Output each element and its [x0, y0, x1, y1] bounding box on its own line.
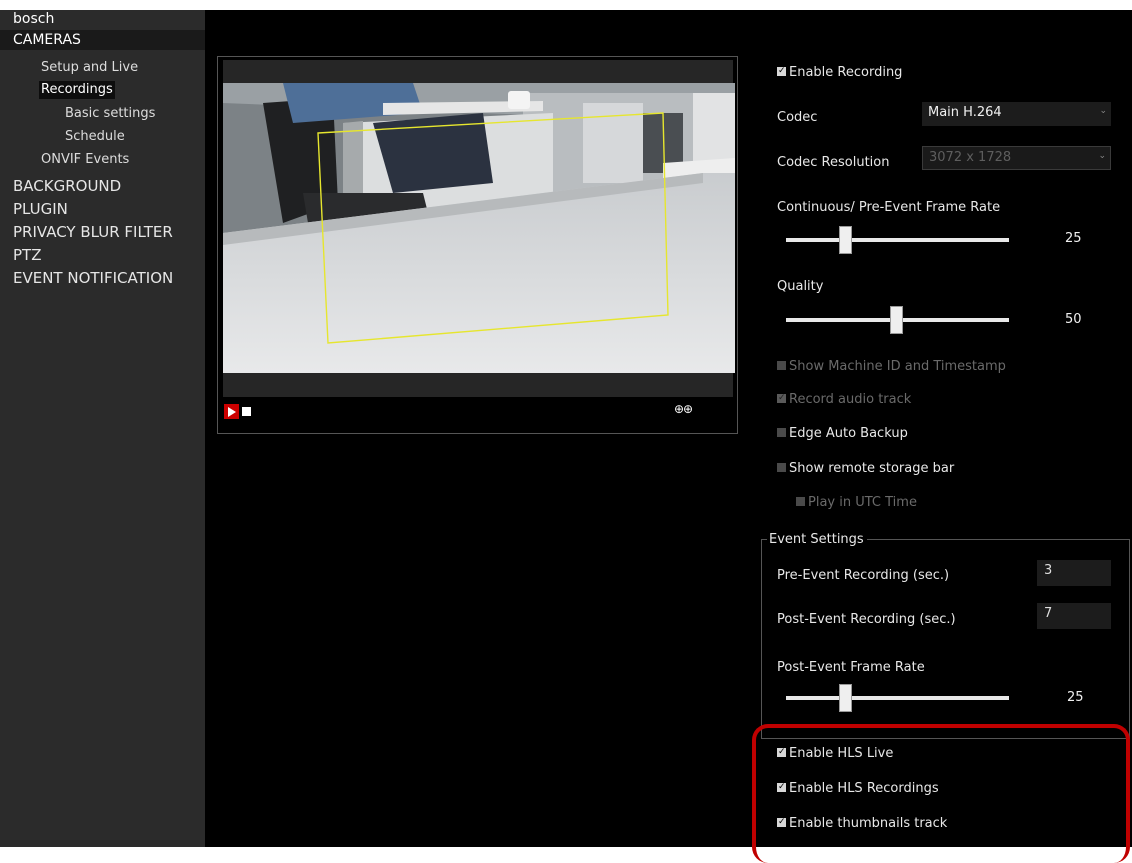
quality-label: Quality: [777, 279, 824, 294]
show-machine-id-checkbox[interactable]: Show Machine ID and Timestamp: [777, 359, 1006, 375]
sidebar: bosch CAMERAS Setup and Live Recordings …: [0, 10, 205, 847]
chevron-down-icon: ⌄: [1098, 151, 1106, 161]
show-remote-storage-checkbox[interactable]: Show remote storage bar: [777, 461, 954, 477]
edge-auto-backup-checkbox[interactable]: Edge Auto Backup: [777, 426, 908, 442]
codec-resolution-value: 3072 x 1728: [929, 150, 1012, 165]
checkbox-checked-icon: [777, 390, 786, 406]
post-event-input[interactable]: 7: [1037, 603, 1111, 629]
chevron-down-icon: ⌄: [1099, 106, 1107, 116]
annotation-highlight-box: [752, 724, 1130, 863]
sidebar-item-setup-and-live[interactable]: Setup and Live: [41, 59, 138, 77]
camera-image: [223, 83, 735, 373]
post-event-frame-rate-slider-thumb[interactable]: [839, 684, 852, 712]
checkbox-unchecked-icon: [777, 463, 786, 472]
pre-event-label: Pre-Event Recording (sec.): [777, 568, 950, 583]
video-controls-bar: [223, 373, 733, 397]
checkbox-unchecked-icon: [796, 497, 805, 506]
sidebar-item-onvif-events[interactable]: ONVIF Events: [41, 151, 129, 169]
zoom-icons[interactable]: ⊕⊕: [674, 402, 693, 416]
frame-rate-slider-track[interactable]: [786, 238, 1009, 242]
frame-rate-slider-thumb[interactable]: [839, 226, 852, 254]
play-utc-label: Play in UTC Time: [808, 495, 917, 510]
sidebar-item-schedule[interactable]: Schedule: [65, 128, 125, 146]
app-window: bosch CAMERAS Setup and Live Recordings …: [0, 10, 1132, 847]
sidebar-item-ptz[interactable]: PTZ: [13, 245, 41, 265]
pre-event-input[interactable]: 3: [1037, 560, 1111, 586]
quality-value: 50: [1065, 312, 1082, 327]
enable-recording-label: Enable Recording: [789, 65, 903, 80]
video-header-bar: [223, 60, 733, 83]
checkbox-checked-icon: [777, 63, 786, 79]
codec-select[interactable]: Main H.264 ⌄: [922, 102, 1111, 126]
edge-auto-backup-label: Edge Auto Backup: [789, 426, 908, 441]
show-machine-id-label: Show Machine ID and Timestamp: [789, 359, 1006, 374]
frame-rate-label: Continuous/ Pre-Event Frame Rate: [777, 200, 1001, 215]
record-audio-checkbox[interactable]: Record audio track: [777, 390, 912, 408]
sidebar-item-basic-settings[interactable]: Basic settings: [65, 105, 155, 123]
camera-live-view[interactable]: [223, 83, 735, 373]
sidebar-item-recordings[interactable]: Recordings: [39, 81, 115, 99]
codec-resolution-label: Codec Resolution: [777, 155, 890, 170]
enable-recording-checkbox[interactable]: Enable Recording: [777, 63, 903, 81]
post-event-frame-rate-value: 25: [1067, 690, 1084, 705]
sidebar-item-background[interactable]: BACKGROUND: [13, 176, 121, 196]
play-utc-checkbox[interactable]: Play in UTC Time: [796, 495, 917, 511]
stop-icon[interactable]: [242, 407, 251, 416]
post-event-frame-rate-slider-track[interactable]: [786, 696, 1009, 700]
sidebar-item-event-notification[interactable]: EVENT NOTIFICATION: [13, 268, 173, 288]
show-remote-storage-label: Show remote storage bar: [789, 461, 955, 476]
checkbox-unchecked-icon: [777, 428, 786, 437]
codec-value: Main H.264: [928, 105, 1002, 120]
video-panel: ⊕⊕: [217, 56, 738, 434]
quality-slider-thumb[interactable]: [890, 306, 903, 334]
sidebar-item-plugin[interactable]: PLUGIN: [13, 199, 68, 219]
codec-resolution-select[interactable]: 3072 x 1728 ⌄: [922, 146, 1111, 170]
brand-label: bosch: [13, 11, 55, 27]
codec-label: Codec: [777, 110, 818, 125]
sidebar-item-privacy-blur-filter[interactable]: PRIVACY BLUR FILTER: [13, 222, 173, 242]
sidebar-section-cameras[interactable]: CAMERAS: [0, 30, 205, 50]
checkbox-unchecked-icon: [777, 361, 786, 370]
frame-rate-value: 25: [1065, 231, 1082, 246]
record-audio-label: Record audio track: [789, 392, 912, 407]
play-icon[interactable]: [224, 404, 239, 419]
post-event-label: Post-Event Recording (sec.): [777, 612, 956, 627]
event-settings-legend: Event Settings: [767, 532, 867, 547]
post-event-frame-rate-label: Post-Event Frame Rate: [777, 660, 925, 675]
